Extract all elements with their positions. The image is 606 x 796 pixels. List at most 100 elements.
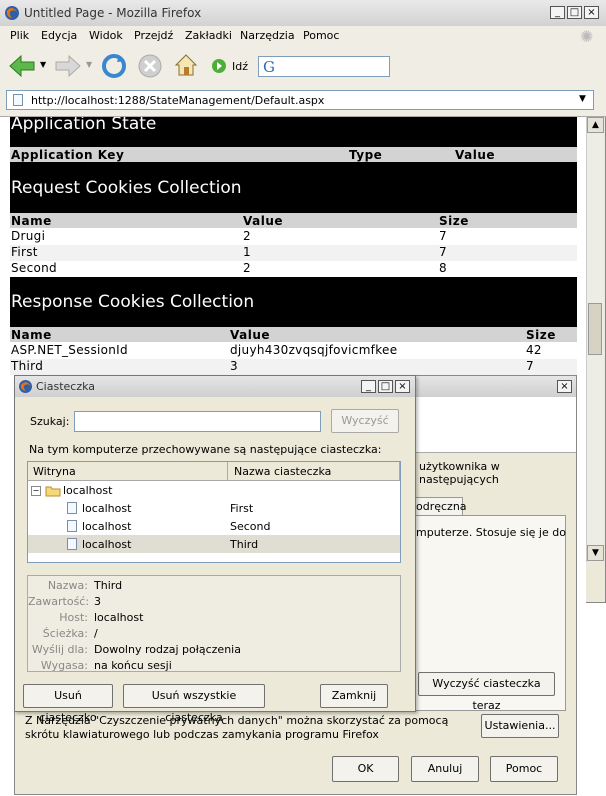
address-text[interactable]: http://localhost:1288/StateManagement/De… [31,94,324,107]
back-dropdown-icon[interactable]: ▼ [40,60,46,69]
request-cookies-section: Request Cookies Collection [10,162,577,213]
title-bar: Untitled Page - Mozilla Firefox _ □ × [0,0,606,27]
settings-button[interactable]: Ustawienia... [481,714,559,738]
cookie-row[interactable]: localhost First [28,499,400,517]
detail-value: na końcu sesji [94,659,172,672]
table-row: First 1 7 [10,245,577,261]
detail-label: Host: [59,611,88,624]
address-bar[interactable]: http://localhost:1288/StateManagement/De… [6,90,594,110]
detail-label: Nazwa: [47,579,88,592]
reload-icon[interactable] [101,53,127,79]
prefs-text-1: użytkownika w następujących [419,460,500,486]
forward-icon[interactable] [54,54,82,78]
throbber-icon: ✺ [580,27,594,46]
scroll-up-icon[interactable]: ▲ [587,117,604,133]
cell: 7 [439,245,447,259]
response-cookies-title: Response Cookies Collection [11,292,255,312]
minimize-button[interactable]: _ [550,6,565,19]
detail-label: Wyślij dla: [31,643,88,656]
ok-button[interactable]: OK [332,756,399,782]
cell: 2 [243,261,251,275]
col-size: Size [439,214,469,228]
col-header-site[interactable]: Witryna [28,462,228,481]
cookie-doc-icon [67,502,77,514]
scroll-down-icon[interactable]: ▼ [587,545,604,561]
response-cookies-section: Response Cookies Collection [10,277,577,327]
cookies-close-dialog-button[interactable]: Zamknij [320,684,388,708]
menu-widok[interactable]: Widok [89,29,123,42]
cookie-site: localhost [82,520,132,533]
cookie-search-input[interactable] [74,411,321,432]
menu-pomoc[interactable]: Pomoc [303,29,339,42]
stop-icon[interactable] [137,53,163,79]
detail-label: Wygasa: [40,659,88,672]
menu-przejdz[interactable]: Przejdź [134,29,173,42]
col-name: Name [11,328,52,342]
window-title: Untitled Page - Mozilla Firefox [24,6,202,20]
close-button[interactable]: × [584,6,599,19]
cookies-tree[interactable]: Witryna Nazwa ciasteczka − localhost loc… [27,461,401,563]
detail-value: Third [94,579,123,592]
menu-edycja[interactable]: Edycja [41,29,77,42]
folder-icon [45,486,61,497]
cookie-doc-icon [67,538,77,550]
go-label[interactable]: Idź [232,60,248,73]
col-name: Name [11,214,52,228]
prefs-tab-panel: mputerze. Stosuje się je do Wyczyść cias… [411,515,566,712]
go-icon[interactable] [211,58,227,74]
menu-plik[interactable]: Plik [10,29,29,42]
detail-value: localhost [94,611,144,624]
response-cookies-header: Name Value Size [10,327,577,342]
google-icon: G [263,58,275,76]
cookies-minimize-button[interactable]: _ [361,380,376,393]
col-application-key: Application Key [11,148,125,162]
maximize-button[interactable]: □ [567,6,582,19]
menu-narzedzia[interactable]: Narzędzia [240,29,295,42]
cookies-close-button[interactable]: × [395,380,410,393]
app-state-title: Application State [11,117,157,134]
col-value: Value [455,148,496,162]
col-header-cookie-name[interactable]: Nazwa ciasteczka [228,462,400,481]
table-row: Drugi 2 7 [10,229,577,245]
col-value: Value [230,328,271,342]
cookie-row[interactable]: localhost Second [28,517,400,535]
cookies-info-text: Na tym komputerze przechowywane są nastę… [29,443,382,456]
remove-all-cookies-button[interactable]: Usuń wszystkie ciasteczka [123,684,265,724]
home-icon[interactable] [173,52,199,78]
table-row: ASP.NET_SessionId djuyh430zvqsqjfovicmfk… [10,343,577,359]
menu-zakladki[interactable]: Zakładki [185,29,232,42]
cell: First [11,245,38,259]
request-cookies-header: Name Value Size [10,213,577,228]
cookie-name: First [230,502,254,515]
cookie-row-selected[interactable]: localhost Third [28,535,400,553]
clear-search-button[interactable]: Wyczyść [331,409,399,433]
cell: 2 [243,229,251,243]
remove-cookie-button[interactable]: Usuń ciasteczko [23,684,113,724]
col-size: Size [526,328,556,342]
address-dropdown-icon[interactable]: ▼ [579,94,586,104]
search-input[interactable]: G [258,56,390,77]
cookies-maximize-button[interactable]: □ [378,380,393,393]
prefs-close-button[interactable]: × [557,380,572,393]
scroll-thumb[interactable] [588,303,602,355]
page-icon [13,94,23,106]
clear-cookies-now-button[interactable]: Wyczyść ciasteczka teraz [418,672,555,712]
col-type: Type [349,148,383,162]
back-icon[interactable] [8,54,36,78]
cell: 1 [243,245,251,259]
cookie-details-panel: Nazwa: Third Zawartość: 3 Host: localhos… [27,575,401,672]
vertical-scrollbar[interactable]: ▲ ▼ [586,117,604,562]
tab-pamiec-podreczna[interactable]: odręczna [411,497,467,515]
cell: Drugi [11,229,46,243]
cell: 8 [439,261,447,275]
collapse-icon[interactable]: − [31,486,41,496]
col-value: Value [243,214,284,228]
navigation-toolbar: ▼ ▼ Idź G [0,46,606,87]
cancel-button[interactable]: Anuluj [411,756,479,782]
tree-root-label[interactable]: localhost [63,484,112,497]
detail-value: Dowolny rodzaj połączenia [94,643,241,656]
request-cookies-title: Request Cookies Collection [11,178,242,198]
forward-dropdown-icon[interactable]: ▼ [86,60,92,69]
cookies-dialog: Ciasteczka _ □ × Szukaj: Wyczyść Na tym … [14,375,416,724]
help-button[interactable]: Pomoc [490,756,558,782]
